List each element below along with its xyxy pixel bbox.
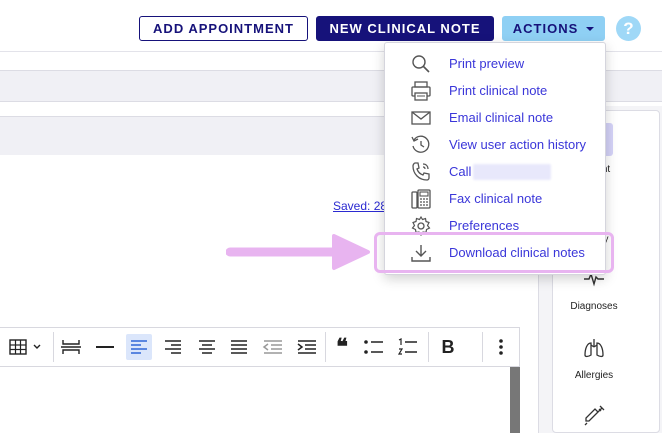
outdent-button[interactable] xyxy=(260,334,286,360)
help-icon: ? xyxy=(623,18,634,38)
align-center-button[interactable] xyxy=(194,334,220,360)
printer-icon xyxy=(411,80,431,101)
toolbar-divider xyxy=(428,332,429,362)
help-button[interactable]: ? xyxy=(616,16,641,41)
history-icon xyxy=(411,135,430,153)
table-icon xyxy=(9,339,41,355)
align-right-button[interactable] xyxy=(160,334,186,360)
note-editor[interactable] xyxy=(0,367,520,433)
toolbar-divider xyxy=(53,332,54,362)
vertical-ellipsis-icon xyxy=(499,339,503,355)
menu-item-label: Preferences xyxy=(449,218,520,233)
indent-icon xyxy=(297,340,316,354)
page-break-button[interactable] xyxy=(58,334,84,360)
align-center-icon xyxy=(199,340,215,354)
new-clinical-note-button[interactable]: NEW CLINICAL NOTE xyxy=(316,16,494,41)
align-left-icon xyxy=(131,340,147,354)
more-options-button[interactable] xyxy=(488,334,514,360)
add-appointment-button[interactable]: ADD APPOINTMENT xyxy=(139,16,308,41)
toolbar-divider xyxy=(325,332,326,362)
menu-item-label: Print clinical note xyxy=(449,83,548,98)
menu-item-label: Email clinical note xyxy=(449,110,554,125)
highlight-box xyxy=(374,232,614,273)
menu-item-email-clinical-note[interactable]: Email clinical note xyxy=(384,104,606,131)
actions-button[interactable]: ACTIONS xyxy=(502,16,605,41)
menu-item-print-preview[interactable]: Print preview xyxy=(384,50,606,77)
align-left-button[interactable] xyxy=(126,334,152,360)
caret-down-icon xyxy=(586,26,595,31)
bulleted-list-icon xyxy=(364,340,383,354)
numbered-list-icon xyxy=(397,338,417,355)
menu-item-label: Print preview xyxy=(449,56,525,71)
phone-icon xyxy=(412,161,430,181)
page-break-icon xyxy=(61,340,81,354)
actions-label: ACTIONS xyxy=(512,21,579,36)
new-clinical-note-label: NEW CLINICAL NOTE xyxy=(329,21,481,36)
outdent-icon xyxy=(262,340,282,354)
search-icon xyxy=(412,54,430,73)
saved-status-link[interactable]: Saved: 28 xyxy=(333,199,387,213)
menu-item-print-clinical-note[interactable]: Print clinical note xyxy=(384,77,606,104)
app-root: ADD APPOINTMENT NEW CLINICAL NOTE ACTION… xyxy=(0,0,662,433)
toolbar-divider xyxy=(482,332,483,362)
lungs-icon[interactable] xyxy=(582,336,606,360)
menu-item-label: Call xyxy=(449,164,472,179)
menu-item-label: Fax clinical note xyxy=(449,191,543,206)
horizontal-line-icon xyxy=(96,346,114,348)
editor-scrollbar[interactable] xyxy=(510,367,520,433)
redacted-phone-number xyxy=(473,164,551,180)
horizontal-rule-button[interactable] xyxy=(92,334,118,360)
add-appointment-label: ADD APPOINTMENT xyxy=(153,21,294,36)
annotation-arrow-icon xyxy=(226,234,370,270)
sidebar-item-allergies[interactable]: Allergies xyxy=(565,370,623,381)
align-justify-icon xyxy=(231,340,247,354)
fax-icon xyxy=(411,188,431,209)
menu-item-fax-clinical-note[interactable]: Fax clinical note xyxy=(384,185,606,212)
envelope-icon xyxy=(411,110,431,125)
indent-button[interactable] xyxy=(294,334,320,360)
bold-button[interactable]: B xyxy=(435,334,461,360)
menu-item-view-user-action-history[interactable]: View user action history xyxy=(384,131,606,158)
menu-item-label: View user action history xyxy=(449,137,587,152)
sidebar-item-diagnoses[interactable]: Diagnoses xyxy=(565,301,623,312)
syringe-icon[interactable] xyxy=(582,404,606,428)
align-justify-button[interactable] xyxy=(226,334,252,360)
table-menu-button[interactable] xyxy=(6,334,46,360)
numbered-list-button[interactable] xyxy=(395,334,421,360)
quote-icon: ❝ xyxy=(336,334,348,359)
blockquote-button[interactable]: ❝ xyxy=(329,334,355,360)
bulleted-list-button[interactable] xyxy=(361,334,387,360)
align-right-icon xyxy=(165,340,181,354)
bold-icon: B xyxy=(441,336,455,357)
